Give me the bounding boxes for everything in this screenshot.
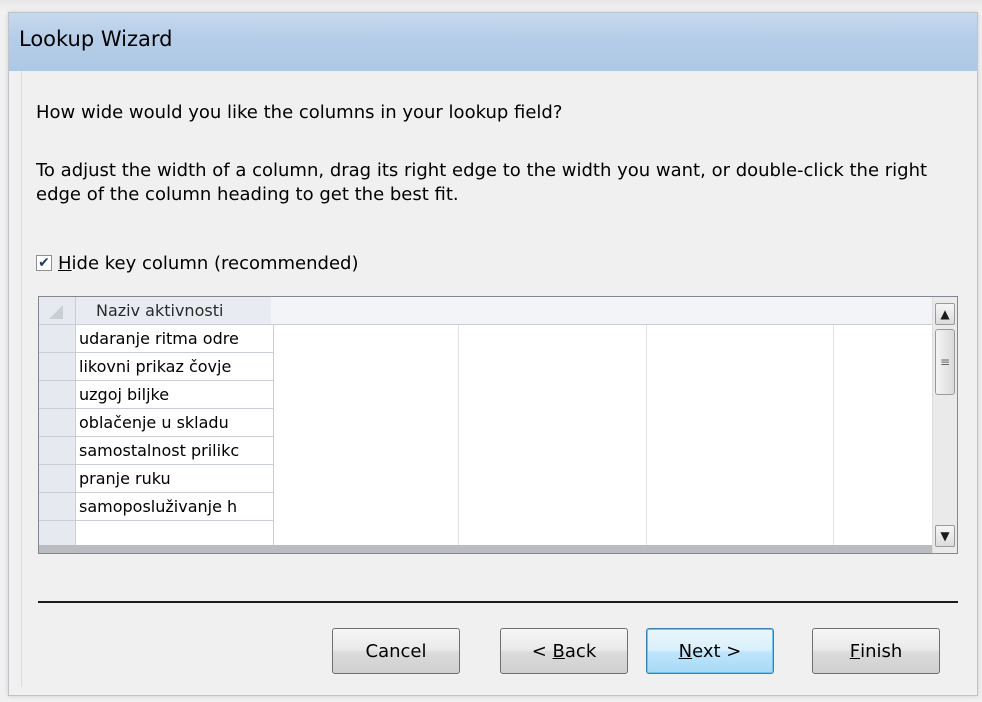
back-button-prefix: < <box>531 640 553 662</box>
grip-icon: ≡ <box>939 355 951 369</box>
scroll-down-button[interactable]: ▼ <box>935 525 955 547</box>
next-button[interactable]: Next > <box>646 628 774 674</box>
instructions-text: To adjust the width of a column, drag it… <box>36 160 928 205</box>
scroll-up-button[interactable]: ▲ <box>935 303 955 325</box>
table-row[interactable]: likovni prikaz čovje <box>39 353 933 381</box>
table-row[interactable]: samostalnost prilikc <box>39 437 933 465</box>
dialog-body: How wide would you like the columns in y… <box>21 71 969 687</box>
checkbox-box[interactable]: ✔ <box>36 255 52 271</box>
vertical-scrollbar[interactable]: ▲ ≡ ▼ <box>932 297 957 553</box>
row-selector[interactable] <box>39 465 76 493</box>
row-selector[interactable] <box>39 437 76 465</box>
row-selector[interactable] <box>39 409 76 437</box>
table-row[interactable]: oblačenje u skladu <box>39 409 933 437</box>
table-cell[interactable]: likovni prikaz čovje <box>76 353 274 381</box>
table-row[interactable]: uzgoj biljke <box>39 381 933 409</box>
select-all-corner[interactable] <box>39 297 76 325</box>
grid-header-row: Naziv aktivnosti <box>39 297 933 325</box>
divider <box>38 601 958 603</box>
back-button-label: ack <box>564 640 597 662</box>
table-cell[interactable]: uzgoj biljke <box>76 381 274 409</box>
row-selector[interactable] <box>39 353 76 381</box>
finish-button-label: inish <box>860 640 903 662</box>
table-cell[interactable]: udaranje ritma odre <box>76 325 274 353</box>
row-selector[interactable] <box>39 325 76 353</box>
table-cell[interactable]: pranje ruku <box>76 465 274 493</box>
header-empty-area <box>271 297 933 325</box>
hide-key-column-label: Hide key column (recommended) <box>58 252 359 274</box>
next-button-label: ext > <box>692 640 742 662</box>
finish-button[interactable]: Finish <box>812 628 940 674</box>
finish-button-mnemonic: F <box>849 640 861 662</box>
back-button[interactable]: < Back <box>500 628 628 674</box>
column-width-grid[interactable]: Naziv aktivnosti udaranje ritma odre lik… <box>38 296 958 554</box>
cancel-button[interactable]: Cancel <box>332 628 460 674</box>
window-title: Lookup Wizard <box>19 27 173 51</box>
grid-body: Naziv aktivnosti udaranje ritma odre lik… <box>39 297 933 553</box>
arrow-up-icon: ▲ <box>940 307 950 321</box>
table-row[interactable]: samoposluživanje h <box>39 493 933 521</box>
scroll-thumb[interactable]: ≡ <box>935 329 955 395</box>
hide-key-column-checkbox[interactable]: ✔ Hide key column (recommended) <box>36 251 359 275</box>
checkmark-icon: ✔ <box>38 255 50 271</box>
title-bar[interactable]: Lookup Wizard <box>9 13 977 71</box>
row-selector[interactable] <box>39 381 76 409</box>
table-cell[interactable]: samoposluživanje h <box>76 493 274 521</box>
table-row[interactable]: pranje ruku <box>39 465 933 493</box>
lookup-wizard-dialog: Lookup Wizard How wide would you like th… <box>8 12 978 696</box>
question-text: How wide would you like the columns in y… <box>36 102 563 123</box>
arrow-down-icon: ▼ <box>940 529 950 543</box>
back-button-mnemonic: B <box>552 640 565 662</box>
row-selector[interactable] <box>39 493 76 521</box>
column-header[interactable]: Naziv aktivnosti <box>76 297 274 325</box>
grid-bottom-edge <box>39 545 933 553</box>
table-cell[interactable]: oblačenje u skladu <box>76 409 274 437</box>
table-row[interactable]: udaranje ritma odre <box>39 325 933 353</box>
next-button-mnemonic: N <box>678 640 693 662</box>
table-cell[interactable]: samostalnost prilikc <box>76 437 274 465</box>
